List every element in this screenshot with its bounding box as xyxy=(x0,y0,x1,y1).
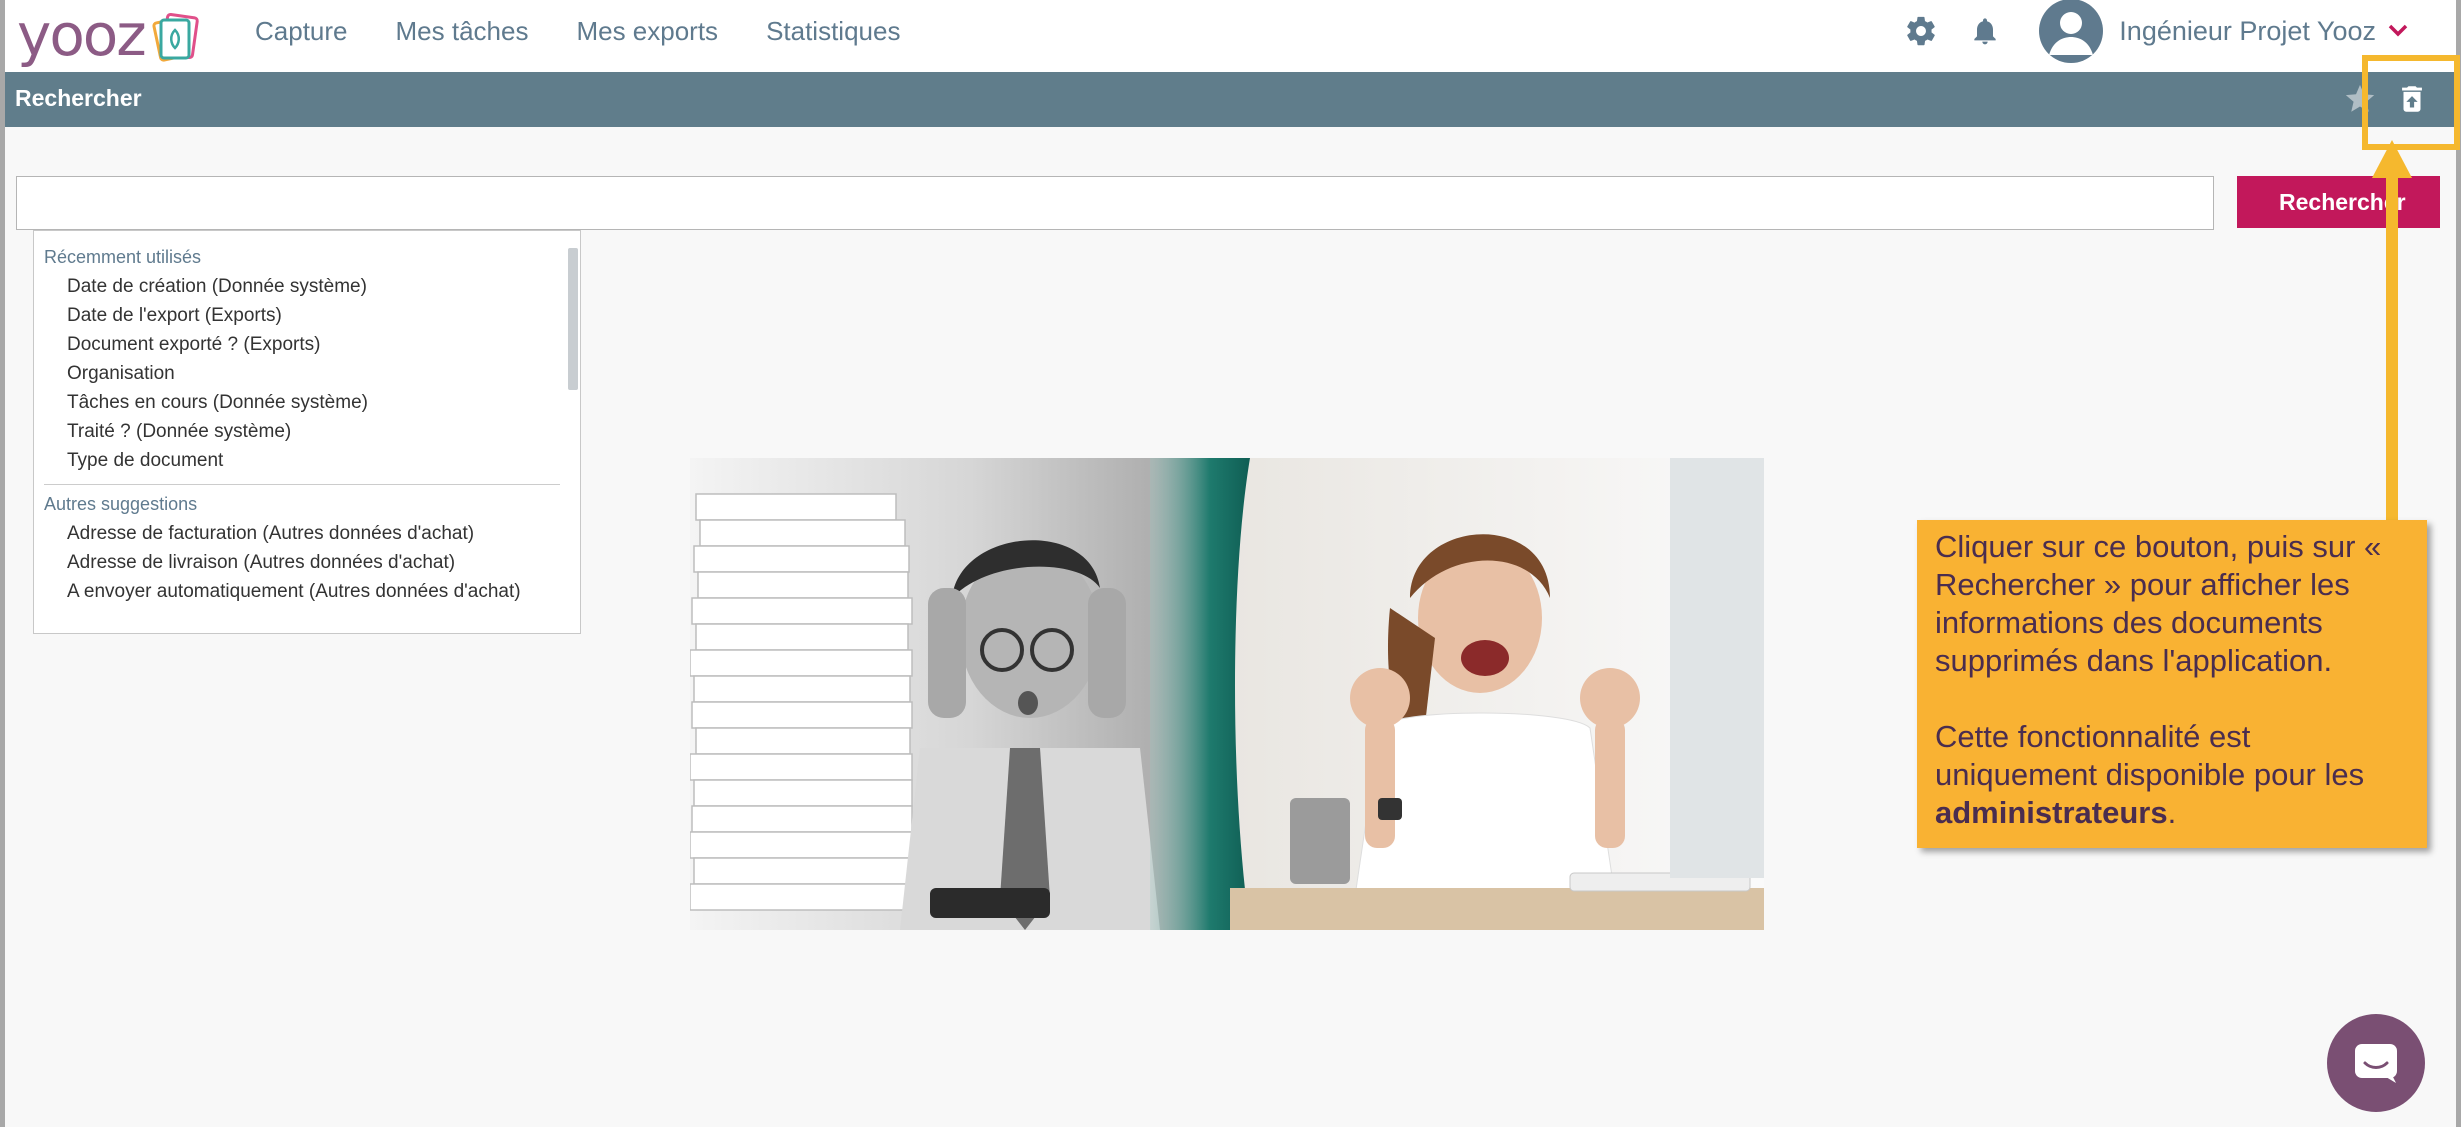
callout-emphasis: administrateurs xyxy=(1935,795,2168,830)
search-header-band: Rechercher xyxy=(5,72,2456,127)
avatar[interactable] xyxy=(2039,0,2104,63)
nav-mes-exports[interactable]: Mes exports xyxy=(576,16,718,47)
notifications-button[interactable] xyxy=(1963,9,2007,53)
list-item[interactable]: Traité ? (Donnée système) xyxy=(34,417,580,446)
gear-icon xyxy=(1907,16,1936,46)
callout-paragraph-2: Cette fonctionnalité est uniquement disp… xyxy=(1935,718,2409,832)
callout-paragraph-1: Cliquer sur ce bouton, puis sur « Recher… xyxy=(1935,529,2382,678)
chat-launcher-button[interactable] xyxy=(2327,1014,2425,1112)
list-item[interactable]: A envoyer automatiquement (Autres donnée… xyxy=(34,577,580,606)
settings-button[interactable] xyxy=(1899,9,1943,53)
list-item[interactable]: Date de l'export (Exports) xyxy=(34,301,580,330)
main-nav: Capture Mes tâches Mes exports Statistiq… xyxy=(255,0,948,62)
list-item[interactable]: Tâches en cours (Donnée système) xyxy=(34,388,580,417)
chevron-down-icon[interactable] xyxy=(2388,24,2408,38)
logo-text: yooz xyxy=(17,1,147,69)
user-name[interactable]: Ingénieur Projet Yooz xyxy=(2119,16,2376,47)
logo-badge-icon xyxy=(152,12,199,62)
top-navbar: yooz Capture Mes tâches Mes exports Stat… xyxy=(5,0,2456,72)
user-icon xyxy=(2049,12,2094,55)
nav-capture[interactable]: Capture xyxy=(255,16,348,47)
search-suggestions-dropdown[interactable]: Récemment utilisés Date de création (Don… xyxy=(33,230,581,634)
divider xyxy=(44,484,560,485)
highlight-box xyxy=(2362,55,2460,150)
list-item[interactable]: Date de création (Donnée système) xyxy=(34,272,580,301)
bell-icon xyxy=(1974,18,1996,45)
nav-statistiques[interactable]: Statistiques xyxy=(766,16,900,47)
dropdown-scrollbar[interactable] xyxy=(568,248,578,390)
list-item[interactable]: Adresse de livraison (Autres données d'a… xyxy=(34,548,580,577)
search-button[interactable]: Rechercher xyxy=(2237,176,2440,228)
callout-arrow-shaft xyxy=(2386,175,2398,520)
user-area: Ingénieur Projet Yooz xyxy=(1899,0,2456,63)
nav-mes-taches[interactable]: Mes tâches xyxy=(396,16,529,47)
list-item[interactable]: Type de document xyxy=(34,446,580,475)
window-frame-right xyxy=(2456,0,2461,1127)
hero-illustration xyxy=(690,458,1764,930)
list-item[interactable]: Adresse de facturation (Autres données d… xyxy=(34,519,580,548)
list-item[interactable]: Organisation xyxy=(34,359,580,388)
tooltip-callout: Cliquer sur ce bouton, puis sur « Recher… xyxy=(1917,520,2427,848)
callout-text-end: . xyxy=(2167,795,2177,830)
chat-icon xyxy=(2355,1044,2397,1083)
yooz-logo[interactable]: yooz xyxy=(17,4,217,66)
window-frame-left xyxy=(0,0,5,1127)
search-input[interactable] xyxy=(16,176,2214,230)
page-title: Rechercher xyxy=(15,85,142,111)
callout-arrow-head xyxy=(2372,140,2412,178)
list-item[interactable]: Document exporté ? (Exports) xyxy=(34,330,580,359)
recent-section-title: Récemment utilisés xyxy=(44,247,202,267)
callout-text: Cette fonctionnalité est uniquement disp… xyxy=(1935,719,2365,792)
other-section-title: Autres suggestions xyxy=(44,494,198,514)
